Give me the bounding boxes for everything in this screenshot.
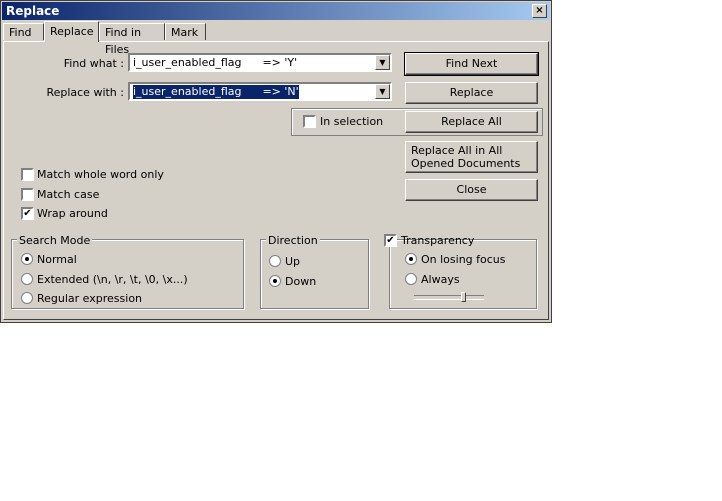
search-mode-extended-radio[interactable] <box>21 273 33 285</box>
title-bar[interactable]: Replace × <box>2 2 550 20</box>
transparency-slider-track[interactable] <box>414 295 484 300</box>
in-selection-label: In selection <box>320 115 384 128</box>
find-what-label: Find what : <box>63 57 124 70</box>
direction-group <box>260 239 369 309</box>
transparency-on-losing-focus-radio[interactable] <box>405 253 417 265</box>
direction-down-radio[interactable] <box>269 275 281 287</box>
replace-with-combo[interactable]: i_user_enabled_flag => 'N' ▼ <box>128 82 392 101</box>
search-mode-regex-label: Regular expression <box>37 292 143 305</box>
replace-dialog: Replace × Find Replace Find in Files Mar… <box>0 0 552 323</box>
match-whole-word-checkbox[interactable] <box>21 168 34 181</box>
replace-with-label: Replace with : <box>46 86 124 99</box>
match-whole-word-label: Match whole word only <box>37 168 164 181</box>
match-case-label: Match case <box>37 188 100 201</box>
replace-with-value[interactable]: i_user_enabled_flag => 'N' <box>133 85 299 99</box>
search-mode-title: Search Mode <box>17 234 93 247</box>
transparency-checkbox[interactable]: ✔ <box>384 234 397 247</box>
direction-up-label: Up <box>285 255 301 268</box>
search-mode-normal-label: Normal <box>37 253 77 266</box>
transparency-slider-thumb[interactable] <box>461 292 466 302</box>
replace-all-button[interactable]: Replace All <box>405 111 538 133</box>
find-what-combo[interactable]: i_user_enabled_flag => 'Y' ▼ <box>128 53 392 72</box>
close-button[interactable]: Close <box>405 179 538 201</box>
tab-mark[interactable]: Mark <box>165 23 206 40</box>
wrap-around-label: Wrap around <box>37 207 108 220</box>
find-next-button[interactable]: Find Next <box>404 52 539 76</box>
search-mode-extended-label: Extended (\n, \r, \t, \0, \x...) <box>37 273 188 286</box>
tab-find-in-files[interactable]: Find in Files <box>99 23 165 56</box>
tab-find[interactable]: Find <box>3 23 44 40</box>
search-mode-normal-radio[interactable] <box>21 253 33 265</box>
transparency-on-losing-focus-label: On losing focus <box>421 253 506 266</box>
transparency-label: Transparency <box>401 234 475 247</box>
tab-replace[interactable]: Replace <box>44 21 99 42</box>
direction-title: Direction <box>266 234 320 247</box>
chevron-down-icon[interactable]: ▼ <box>375 84 390 99</box>
transparency-always-label: Always <box>421 273 460 286</box>
direction-up-radio[interactable] <box>269 255 281 267</box>
direction-down-label: Down <box>285 275 317 288</box>
match-case-checkbox[interactable] <box>21 188 34 201</box>
replace-all-opened-button[interactable]: Replace All in All Opened Documents <box>405 141 538 173</box>
find-what-value[interactable]: i_user_enabled_flag => 'Y' <box>133 56 297 70</box>
wrap-around-checkbox[interactable]: ✔ <box>21 207 34 220</box>
chevron-down-icon[interactable]: ▼ <box>375 55 390 70</box>
transparency-always-radio[interactable] <box>405 273 417 285</box>
window-title: Replace <box>6 4 60 18</box>
search-mode-regex-radio[interactable] <box>21 292 33 304</box>
close-icon[interactable]: × <box>532 4 547 18</box>
in-selection-checkbox[interactable] <box>303 115 316 128</box>
replace-button[interactable]: Replace <box>405 82 538 104</box>
